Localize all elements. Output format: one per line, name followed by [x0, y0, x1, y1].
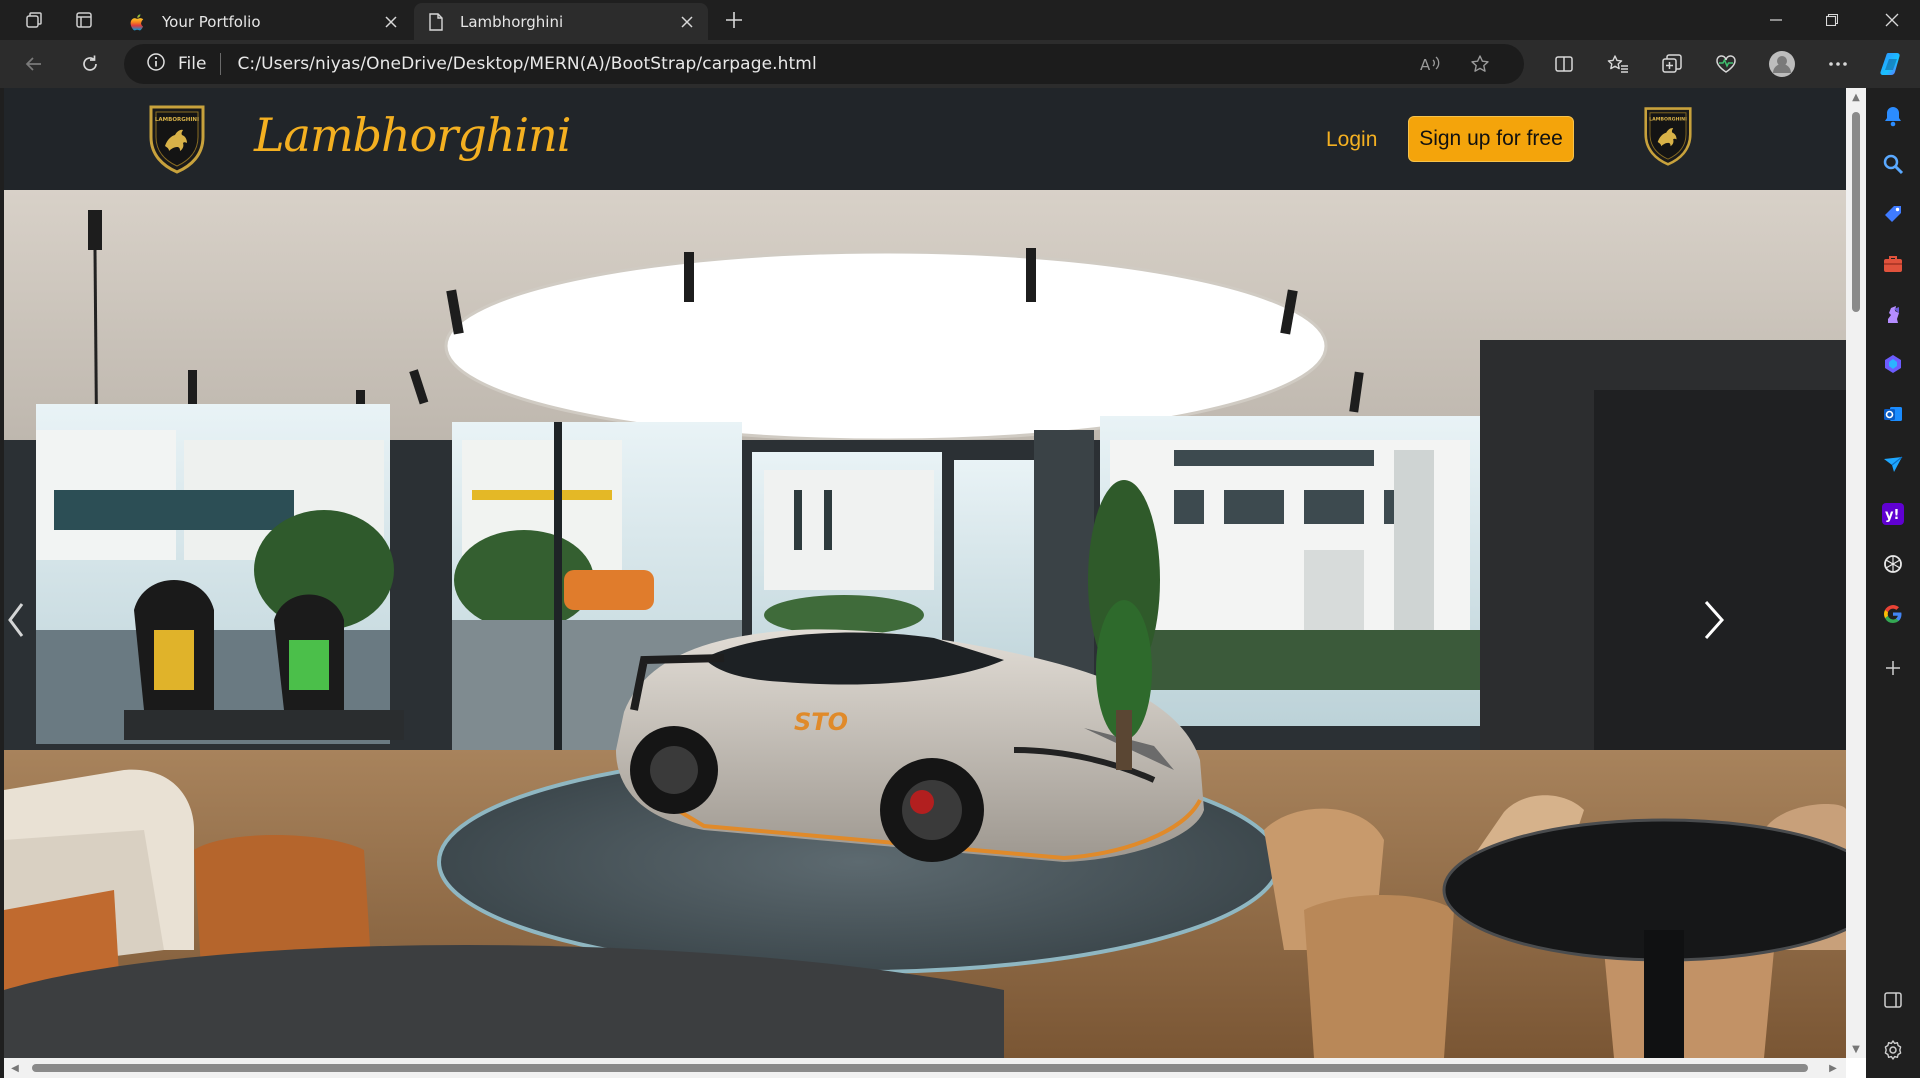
new-tab-icon[interactable] [720, 6, 748, 34]
tab-lambhorghini[interactable]: Lambhorghini [414, 3, 708, 40]
tab-label: Your Portfolio [162, 12, 261, 31]
svg-text:A: A [1420, 56, 1431, 74]
close-tab-icon[interactable] [678, 13, 696, 31]
svg-text:LAMBORGHINI: LAMBORGHINI [155, 117, 199, 123]
svg-text:LAMBORGHINI: LAMBORGHINI [1649, 117, 1687, 123]
chess-icon[interactable] [1879, 300, 1907, 328]
close-tab-icon[interactable] [382, 13, 400, 31]
edge-sidebar: y! [1866, 88, 1920, 1078]
scheme-label: File [178, 54, 207, 74]
collections-icon[interactable] [1656, 48, 1688, 80]
favorite-star-icon[interactable] [1464, 48, 1496, 80]
settings-icon[interactable] [1879, 1036, 1907, 1064]
profile-avatar-icon[interactable] [1766, 48, 1798, 80]
chevron-right-icon [1704, 601, 1725, 639]
horizontal-scrollbar[interactable]: ◀ ▶ [4, 1058, 1846, 1078]
address-divider [220, 53, 222, 75]
svg-text:y!: y! [1885, 508, 1899, 523]
openai-icon[interactable] [1879, 550, 1907, 578]
brand-wordmark[interactable]: Lambhorghini [254, 108, 571, 162]
browser-title-bar: Your Portfolio Lambhorghini [0, 0, 1920, 40]
more-menu-icon[interactable] [1822, 48, 1854, 80]
login-link[interactable]: Login [1326, 128, 1377, 152]
address-bar[interactable]: File C:/Users/niyas/OneDrive/Desktop/MER… [124, 44, 1524, 84]
yahoo-icon[interactable]: y! [1879, 500, 1907, 528]
apple-logo-icon [128, 12, 148, 32]
showroom-photo: STO [4, 190, 1846, 1058]
browser-essentials-icon[interactable] [1710, 48, 1742, 80]
info-icon[interactable] [146, 52, 166, 77]
copilot-icon[interactable] [1876, 48, 1908, 80]
scroll-down-icon[interactable]: ▼ [1849, 1042, 1863, 1056]
back-icon[interactable] [18, 48, 50, 80]
lamborghini-crest-logo-right[interactable]: LAMBORGHINI [1642, 106, 1694, 166]
google-icon[interactable] [1879, 600, 1907, 628]
refresh-icon[interactable] [74, 48, 106, 80]
page-icon [426, 12, 446, 32]
browser-toolbar: File C:/Users/niyas/OneDrive/Desktop/MER… [0, 40, 1920, 88]
tab-your-portfolio[interactable]: Your Portfolio [116, 3, 412, 40]
hero-carousel: STO [4, 190, 1846, 1058]
search-icon[interactable] [1879, 150, 1907, 178]
site-navbar: LAMBORGHINI Lambhorghini Login Sign up f… [4, 88, 1846, 190]
send-icon[interactable] [1879, 450, 1907, 478]
bell-icon[interactable] [1879, 102, 1907, 130]
lamborghini-crest-logo[interactable]: LAMBORGHINI [147, 104, 207, 174]
signup-button[interactable]: Sign up for free [1408, 116, 1574, 162]
outlook-icon[interactable] [1879, 400, 1907, 428]
url-text[interactable]: C:/Users/niyas/OneDrive/Desktop/MERN(A)/… [237, 54, 816, 74]
add-sidebar-app-icon[interactable] [1879, 654, 1907, 682]
carousel-next-button[interactable] [1684, 590, 1744, 650]
scroll-up-icon[interactable]: ▲ [1849, 90, 1863, 104]
split-screen-icon[interactable] [1548, 48, 1580, 80]
close-window-icon[interactable] [1864, 0, 1920, 40]
vertical-scrollbar[interactable]: ▲ ▼ [1846, 88, 1866, 1058]
scroll-right-icon[interactable]: ▶ [1826, 1061, 1840, 1075]
workspaces-icon[interactable] [20, 6, 48, 34]
vertical-scroll-thumb[interactable] [1852, 112, 1860, 312]
tag-icon[interactable] [1879, 200, 1907, 228]
copilot-app-icon[interactable] [1879, 350, 1907, 378]
scroll-left-icon[interactable]: ◀ [8, 1061, 22, 1075]
page-viewport: LAMBORGHINI Lambhorghini Login Sign up f… [4, 88, 1866, 1078]
tab-actions-icon[interactable] [70, 6, 98, 34]
tab-label: Lambhorghini [460, 12, 564, 31]
minimize-icon[interactable] [1748, 0, 1804, 40]
favorites-icon[interactable] [1602, 48, 1634, 80]
car-sto-badge: STO [794, 708, 848, 736]
restore-icon[interactable] [1804, 0, 1860, 40]
sidebar-layout-icon[interactable] [1879, 986, 1907, 1014]
read-aloud-icon[interactable]: A [1414, 48, 1446, 80]
carousel-prev-button[interactable] [4, 590, 28, 650]
horizontal-scroll-thumb[interactable] [32, 1064, 1808, 1072]
briefcase-icon[interactable] [1879, 250, 1907, 278]
